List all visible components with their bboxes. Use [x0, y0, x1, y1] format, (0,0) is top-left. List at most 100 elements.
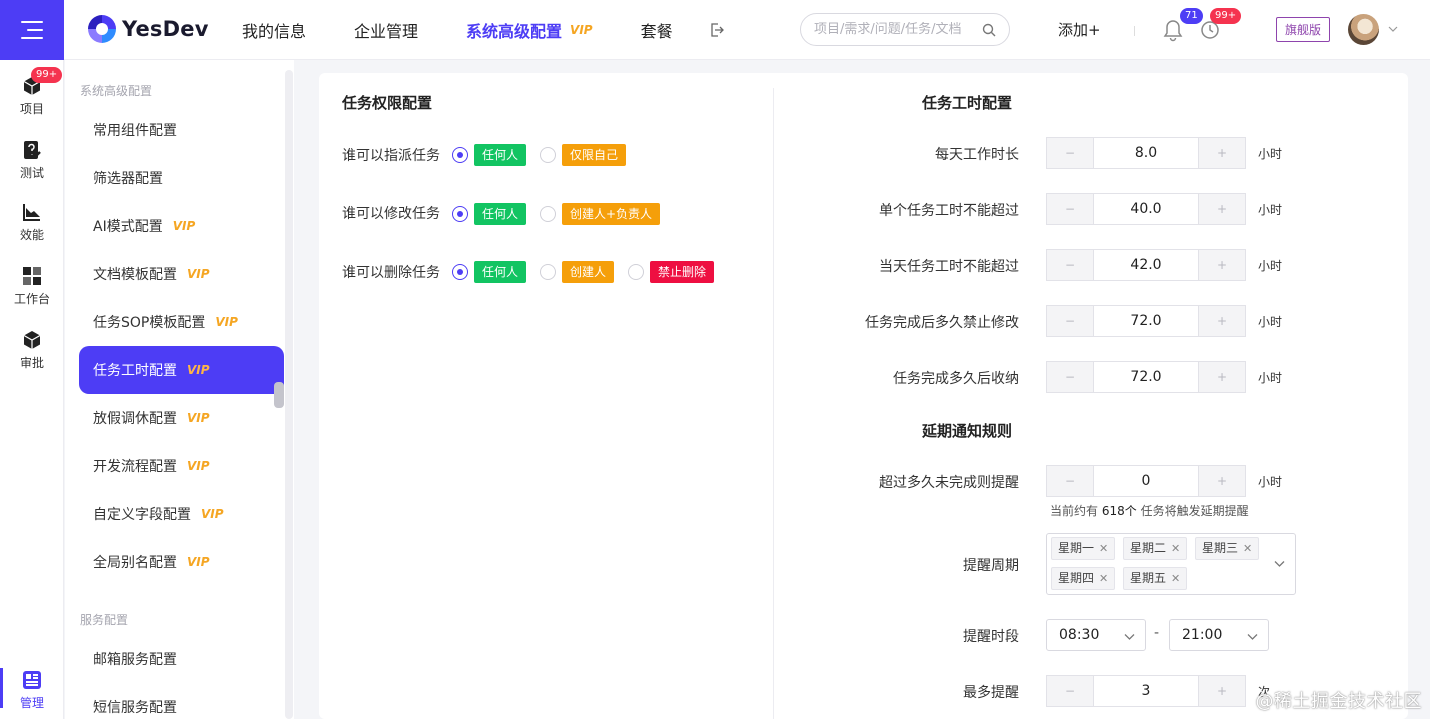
radio-delete-anyone[interactable] [452, 264, 468, 280]
avatar[interactable] [1348, 14, 1379, 45]
minus-button[interactable]: − [1046, 137, 1094, 169]
search-input[interactable] [814, 22, 982, 37]
radio-assign-anyone[interactable] [452, 147, 468, 163]
config-item-worktime[interactable]: 任务工时配置 VIP [79, 346, 284, 394]
option-tag[interactable]: 创建人+负责人 [562, 203, 661, 225]
field-label: 当天任务工时不能超过 [879, 259, 1019, 275]
config-item-email[interactable]: 邮箱服务配置 [79, 635, 284, 683]
period-end-select[interactable]: 21:00 [1169, 619, 1269, 651]
option-tag[interactable]: 禁止删除 [650, 261, 715, 283]
option-tag[interactable]: 仅限自己 [562, 144, 627, 166]
global-search[interactable] [800, 13, 1010, 46]
chevron-down-icon[interactable] [1388, 24, 1398, 34]
weekday-chip[interactable]: 星期一 ✕ [1051, 537, 1116, 560]
unit-label: 小时 [1258, 203, 1283, 217]
radio-edit-anyone[interactable] [452, 206, 468, 222]
search-icon[interactable] [982, 23, 996, 37]
minus-button[interactable]: − [1046, 361, 1094, 393]
close-icon[interactable]: ✕ [1243, 538, 1252, 559]
radio-delete-forbid[interactable] [628, 264, 644, 280]
plus-button[interactable]: + [1198, 249, 1246, 281]
weekday-chip[interactable]: 星期三 ✕ [1195, 537, 1260, 560]
close-icon[interactable]: ✕ [1171, 538, 1180, 559]
stepper-value[interactable]: 0 [1094, 465, 1198, 497]
config-item-ai[interactable]: AI模式配置 VIP [79, 202, 284, 250]
config-item-sms[interactable]: 短信服务配置 [79, 683, 284, 719]
nav-advanced-config[interactable]: 系统高级配置 VIP [466, 18, 593, 42]
minus-button[interactable]: − [1046, 193, 1094, 225]
radio-assign-self[interactable] [540, 147, 556, 163]
nav-plan[interactable]: 套餐 [641, 18, 673, 42]
nav-my-info[interactable]: 我的信息 [242, 18, 306, 42]
config-item-filters[interactable]: 筛选器配置 [79, 154, 284, 202]
config-item-sop-template[interactable]: 任务SOP模板配置 VIP [79, 298, 284, 346]
option-tag[interactable]: 任何人 [474, 261, 527, 283]
scrollbar-thumb[interactable] [274, 382, 284, 408]
bell-icon[interactable] [1162, 18, 1184, 42]
menu-button[interactable] [0, 0, 64, 60]
plan-badge[interactable]: 旗舰版 [1276, 17, 1331, 42]
stepper-value[interactable]: 42.0 [1094, 249, 1198, 281]
stepper-value[interactable]: 3 [1094, 675, 1198, 707]
minus-button[interactable]: − [1046, 465, 1094, 497]
chevron-down-icon[interactable] [1274, 558, 1285, 569]
rail-item-efficiency[interactable]: 效能 [0, 202, 64, 243]
rail-item-approval[interactable]: 审批 [0, 330, 64, 371]
weekday-chip[interactable]: 星期二 ✕ [1123, 537, 1188, 560]
config-item-label: 筛选器配置 [93, 171, 163, 187]
rail-item-manage[interactable]: 管理 [0, 668, 64, 711]
config-item-dev-flow[interactable]: 开发流程配置 VIP [79, 442, 284, 490]
minus-button[interactable]: − [1046, 305, 1094, 337]
vip-badge: VIP [201, 507, 224, 521]
close-icon[interactable]: ✕ [1099, 568, 1108, 589]
field-label: 每天工作时长 [935, 147, 1019, 163]
stepper-value[interactable]: 72.0 [1094, 361, 1198, 393]
plus-button[interactable]: + [1198, 305, 1246, 337]
stepper-value[interactable]: 40.0 [1094, 193, 1198, 225]
select-value: 21:00 [1182, 627, 1223, 643]
radio-edit-owner[interactable] [540, 206, 556, 222]
nav-enterprise[interactable]: 企业管理 [354, 18, 418, 42]
option-tag[interactable]: 创建人 [562, 261, 615, 283]
plus-button[interactable]: + [1198, 361, 1246, 393]
rail-item-project[interactable]: 项目 99+ [0, 67, 64, 117]
weekday-chip[interactable]: 星期五 ✕ [1123, 567, 1188, 590]
plus-button[interactable]: + [1198, 465, 1246, 497]
config-item-doc-template[interactable]: 文档模板配置 VIP [79, 250, 284, 298]
rail-item-workbench[interactable]: 工作台 [0, 266, 64, 307]
config-item-holiday[interactable]: 放假调休配置 VIP [79, 394, 284, 442]
config-item-alias[interactable]: 全局别名配置 VIP [79, 538, 284, 586]
config-item-label: 全局别名配置 [93, 555, 177, 571]
section-title: 任务工时配置 [922, 94, 1013, 112]
period-start-select[interactable]: 08:30 [1046, 619, 1146, 651]
close-icon[interactable]: ✕ [1099, 538, 1108, 559]
nav-label: 我的信息 [242, 22, 307, 41]
logo[interactable]: YesDev [88, 15, 209, 43]
task-max-hours-stepper: − 40.0 + [1046, 193, 1246, 225]
config-item-label: 邮箱服务配置 [93, 652, 177, 668]
scrollbar[interactable] [285, 70, 293, 719]
plus-button[interactable]: + [1198, 193, 1246, 225]
plus-button[interactable]: + [1198, 675, 1246, 707]
field-label: 任务完成后多久禁止修改 [865, 315, 1019, 331]
rail-item-test[interactable]: 测试 [0, 140, 64, 181]
add-button[interactable]: 添加+ [1058, 19, 1101, 40]
plus-button[interactable]: + [1198, 137, 1246, 169]
workbench-icon [23, 267, 41, 285]
minus-button[interactable]: − [1046, 249, 1094, 281]
minus-button[interactable]: − [1046, 675, 1094, 707]
watermark: @稀土掘金技术社区 [1255, 691, 1422, 712]
vip-badge: VIP [215, 315, 238, 329]
stepper-value[interactable]: 8.0 [1094, 137, 1198, 169]
weekday-chip[interactable]: 星期四 ✕ [1051, 567, 1116, 590]
stepper-value[interactable]: 72.0 [1094, 305, 1198, 337]
config-item-components[interactable]: 常用组件配置 [79, 106, 284, 154]
config-item-custom-fields[interactable]: 自定义字段配置 VIP [79, 490, 284, 538]
option-tag[interactable]: 任何人 [474, 144, 527, 166]
radio-delete-creator[interactable] [540, 264, 556, 280]
close-icon[interactable]: ✕ [1171, 568, 1180, 589]
logo-icon [88, 15, 116, 43]
option-tag[interactable]: 任何人 [474, 203, 527, 225]
exit-icon[interactable] [709, 22, 725, 38]
max-remind-stepper: − 3 + [1046, 675, 1246, 707]
